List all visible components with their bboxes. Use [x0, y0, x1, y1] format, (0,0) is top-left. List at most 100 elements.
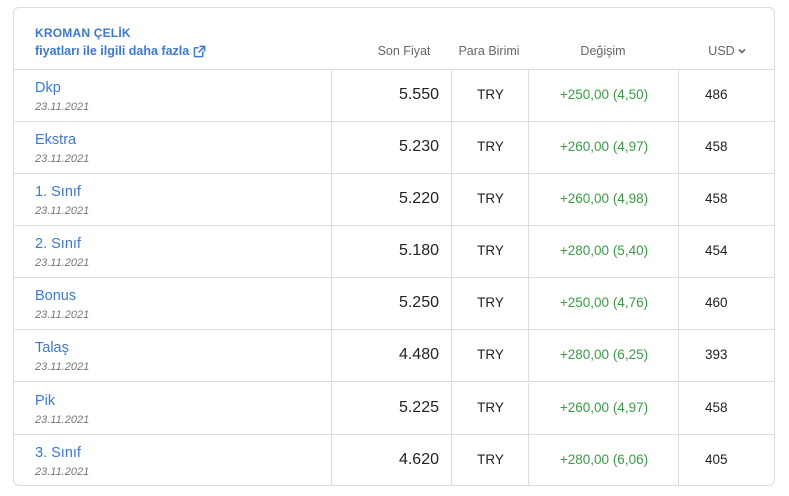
chevron-down-icon — [738, 48, 746, 54]
product-name-link[interactable]: Talaş — [35, 340, 69, 356]
last-price: 5.250 — [398, 294, 439, 311]
name-cell: Dkp 23.11.2021 — [14, 70, 331, 121]
change-cell: +260,00 (4,97) — [528, 383, 678, 434]
change-cell: +280,00 (5,40) — [528, 226, 678, 277]
product-date: 23.11.2021 — [35, 101, 90, 113]
usd-cell: 458 — [678, 383, 774, 434]
table-row: Pik 23.11.2021 5.225 TRY +260,00 (4,97) 458 — [14, 383, 774, 435]
name-cell: Talaş 23.11.2021 — [14, 330, 331, 381]
currency-code: TRY — [477, 139, 504, 154]
price-cell: 5.180 — [331, 226, 451, 277]
column-header-change: Değişim — [580, 44, 626, 58]
usd-cell: 405 — [678, 435, 774, 485]
product-name-link[interactable]: Dkp — [35, 80, 61, 96]
product-date: 23.11.2021 — [35, 361, 90, 373]
currency-cell: TRY — [451, 122, 528, 173]
product-name-link[interactable]: 2. Sınıf — [35, 236, 81, 252]
currency-cell: TRY — [451, 278, 528, 329]
change-cell: +280,00 (6,06) — [528, 435, 678, 485]
price-change: +260,00 (4,98) — [559, 191, 649, 206]
currency-code: TRY — [477, 243, 504, 258]
name-cell: Ekstra 23.11.2021 — [14, 122, 331, 173]
last-price: 5.220 — [398, 190, 439, 207]
last-price: 5.180 — [398, 242, 439, 259]
usd-cell: 393 — [678, 330, 774, 381]
currency-code: TRY — [477, 400, 504, 415]
usd-cell: 454 — [678, 226, 774, 277]
currency-code: TRY — [477, 87, 504, 102]
table-row: 2. Sınıf 23.11.2021 5.180 TRY +280,00 (5,40)… — [14, 226, 774, 278]
column-header-currency: Para Birimi — [458, 44, 520, 58]
table-row: 1. Sınıf 23.11.2021 5.220 TRY +260,00 (4,98)… — [14, 174, 774, 226]
product-date: 23.11.2021 — [35, 205, 90, 217]
usd-cell: 458 — [678, 122, 774, 173]
table-header: KROMAN ÇELİK fiyatları ile ilgili daha f… — [14, 8, 774, 70]
name-cell: Pik 23.11.2021 — [14, 383, 331, 434]
product-date: 23.11.2021 — [35, 257, 90, 269]
table-row: Ekstra 23.11.2021 5.230 TRY +260,00 (4,97) 45… — [14, 122, 774, 174]
product-name-link[interactable]: Ekstra — [35, 132, 76, 148]
currency-code: TRY — [477, 295, 504, 310]
usd-price: 458 — [705, 191, 728, 206]
price-change: +280,00 (6,06) — [559, 452, 649, 467]
currency-cell: TRY — [451, 174, 528, 225]
currency-code: TRY — [477, 452, 504, 467]
name-cell: 2. Sınıf 23.11.2021 — [14, 226, 331, 277]
name-cell: 1. Sınıf 23.11.2021 — [14, 174, 331, 225]
change-cell: +260,00 (4,97) — [528, 122, 678, 173]
product-date: 23.11.2021 — [35, 414, 90, 426]
product-date: 23.11.2021 — [35, 309, 90, 321]
usd-dropdown-label: USD — [708, 44, 735, 58]
usd-price: 454 — [705, 243, 728, 258]
last-price: 5.225 — [398, 399, 439, 416]
last-price: 4.480 — [398, 346, 439, 363]
table-row: 3. Sınıf 23.11.2021 4.620 TRY +280,00 (6,06)… — [14, 435, 774, 485]
price-change: +250,00 (4,50) — [559, 87, 649, 102]
currency-cell: TRY — [451, 435, 528, 485]
currency-cell: TRY — [451, 226, 528, 277]
usd-price: 405 — [705, 452, 728, 467]
price-change: +250,00 (4,76) — [559, 295, 649, 310]
usd-price: 458 — [705, 139, 728, 154]
product-date: 23.11.2021 — [35, 466, 90, 478]
currency-code: TRY — [477, 191, 504, 206]
usd-price: 393 — [705, 347, 728, 362]
product-name-link[interactable]: Bonus — [35, 288, 76, 304]
column-header-price: Son Fiyat — [377, 44, 431, 58]
price-cell: 4.620 — [331, 435, 451, 485]
product-date: 23.11.2021 — [35, 153, 90, 165]
usd-price: 460 — [705, 295, 728, 310]
product-name-link[interactable]: Pik — [35, 393, 55, 409]
usd-price: 458 — [705, 400, 728, 415]
currency-cell: TRY — [451, 70, 528, 121]
change-cell: +280,00 (6,25) — [528, 330, 678, 381]
product-name-link[interactable]: 1. Sınıf — [35, 184, 81, 200]
product-name-link[interactable]: 3. Sınıf — [35, 445, 81, 461]
price-cell: 5.250 — [331, 278, 451, 329]
usd-price: 486 — [705, 87, 728, 102]
price-cell: 4.480 — [331, 330, 451, 381]
currency-code: TRY — [477, 347, 504, 362]
table-row: Talaş 23.11.2021 4.480 TRY +280,00 (6,25) 393 — [14, 330, 774, 382]
currency-cell: TRY — [451, 383, 528, 434]
currency-cell: TRY — [451, 330, 528, 381]
price-cell: 5.550 — [331, 70, 451, 121]
price-change: +260,00 (4,97) — [559, 139, 649, 154]
more-info-link-label: fiyatları ile ilgili daha fazla — [35, 44, 190, 58]
change-cell: +250,00 (4,50) — [528, 70, 678, 121]
usd-cell: 486 — [678, 70, 774, 121]
price-change: +260,00 (4,97) — [559, 400, 649, 415]
price-cell: 5.220 — [331, 174, 451, 225]
change-cell: +260,00 (4,98) — [528, 174, 678, 225]
usd-currency-dropdown[interactable]: USD — [678, 44, 774, 58]
last-price: 5.550 — [398, 86, 439, 103]
price-cell: 5.230 — [331, 122, 451, 173]
more-info-link[interactable]: fiyatları ile ilgili daha fazla — [35, 44, 207, 58]
change-cell: +250,00 (4,76) — [528, 278, 678, 329]
price-cell: 5.225 — [331, 383, 451, 434]
usd-cell: 458 — [678, 174, 774, 225]
price-table-card: KROMAN ÇELİK fiyatları ile ilgili daha f… — [13, 7, 775, 486]
brand-title: KROMAN ÇELİK — [35, 26, 131, 40]
price-change: +280,00 (6,25) — [559, 347, 649, 362]
table-row: Dkp 23.11.2021 5.550 TRY +250,00 (4,50) 486 — [14, 70, 774, 122]
